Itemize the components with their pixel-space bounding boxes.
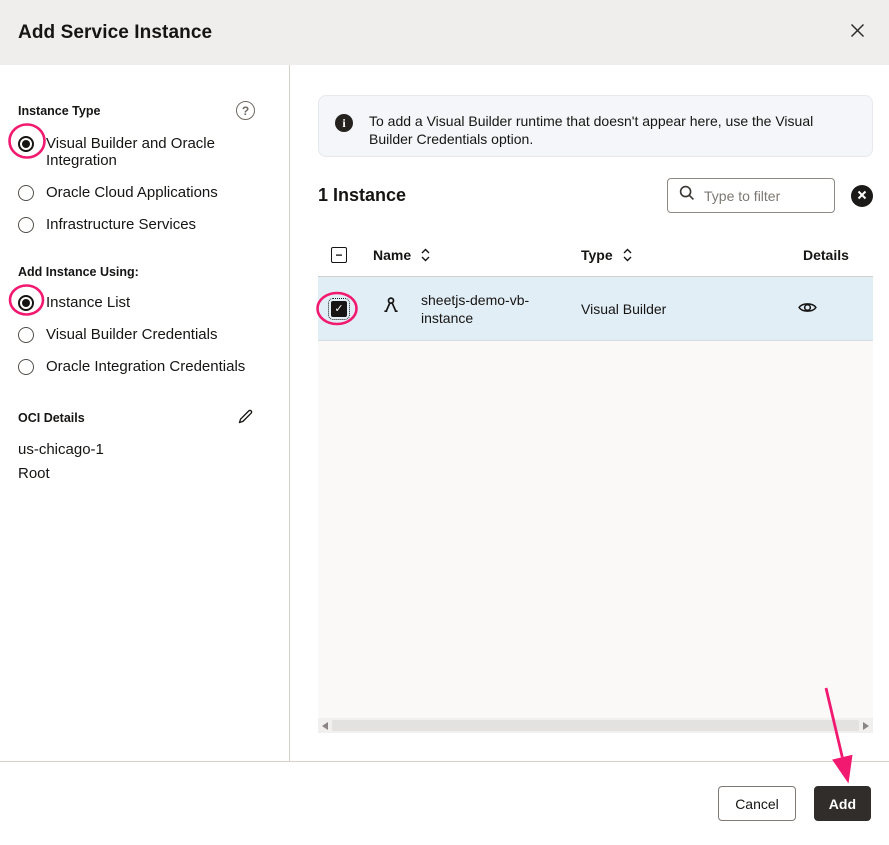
dialog-header: Add Service Instance [0, 0, 889, 65]
radio-visual-builder-credentials[interactable]: Visual Builder Credentials [18, 326, 255, 343]
sort-icon[interactable] [622, 246, 633, 264]
dialog-sidebar: Instance Type ? Visual Builder and Oracl… [0, 65, 290, 761]
column-header-type[interactable]: Type [568, 246, 790, 264]
row-checkbox-checked[interactable]: ✓ [331, 301, 347, 317]
radio-icon [18, 359, 34, 375]
instance-name: sheetjs-demo-vb-instance [421, 291, 568, 327]
horizontal-scrollbar[interactable] [318, 718, 873, 733]
scrollbar-thumb[interactable] [332, 720, 859, 731]
table-row-sheetjs-demo-vb-instance[interactable]: ✓ sheetjs-demo-vb-instance Visual Builde… [318, 277, 873, 341]
radio-label: Instance List [46, 294, 130, 311]
table-empty-area [318, 341, 873, 718]
radio-label: Oracle Cloud Applications [46, 184, 218, 201]
sort-icon[interactable] [420, 246, 431, 264]
instance-count-heading: 1 Instance [318, 185, 406, 206]
scroll-left-arrow-icon[interactable] [322, 722, 328, 730]
visual-builder-instance-icon [381, 296, 401, 321]
radio-selected-icon [18, 295, 34, 311]
dialog-footer: Cancel Add [0, 761, 889, 845]
radio-instance-list[interactable]: Instance List [18, 294, 255, 311]
circle-x-icon [857, 188, 867, 203]
close-button[interactable] [837, 12, 877, 52]
radio-label: Visual Builder and Oracle Integration [46, 135, 255, 169]
info-banner-text: To add a Visual Builder runtime that doe… [369, 109, 841, 148]
instance-type-label: Instance Type [18, 104, 100, 118]
info-icon: i [335, 114, 353, 132]
help-icon[interactable]: ? [236, 101, 255, 120]
radio-label: Visual Builder Credentials [46, 326, 217, 343]
edit-oci-details-button[interactable] [235, 408, 255, 428]
add-button[interactable]: Add [814, 786, 871, 821]
search-icon [678, 184, 696, 207]
clear-filter-button[interactable] [851, 185, 873, 207]
oci-compartment-value: Root [18, 465, 255, 482]
view-details-button[interactable] [791, 293, 823, 325]
filter-input[interactable] [704, 188, 822, 204]
radio-icon [18, 185, 34, 201]
radio-visual-builder-and-oracle-integration[interactable]: Visual Builder and Oracle Integration [18, 135, 255, 169]
radio-selected-icon [18, 136, 34, 152]
radio-infrastructure-services[interactable]: Infrastructure Services [18, 216, 255, 233]
scroll-right-arrow-icon[interactable] [863, 722, 869, 730]
cancel-button[interactable]: Cancel [718, 786, 796, 821]
radio-label: Infrastructure Services [46, 216, 196, 233]
eye-icon [797, 297, 818, 321]
radio-oracle-integration-credentials[interactable]: Oracle Integration Credentials [18, 358, 255, 375]
radio-icon [18, 327, 34, 343]
radio-oracle-cloud-applications[interactable]: Oracle Cloud Applications [18, 184, 255, 201]
add-service-instance-dialog: Add Service Instance Instance Type ? Vis… [0, 0, 889, 845]
instance-type-value: Visual Builder [568, 301, 790, 317]
dialog-title: Add Service Instance [18, 22, 212, 44]
oci-details-label: OCI Details [18, 411, 85, 425]
info-banner: i To add a Visual Builder runtime that d… [318, 95, 873, 157]
pencil-icon [237, 408, 254, 428]
close-icon [849, 22, 866, 42]
radio-icon [18, 217, 34, 233]
instances-table: − Name Type Details [318, 233, 873, 733]
filter-search-box[interactable] [667, 178, 835, 213]
table-header-row: − Name Type Details [318, 233, 873, 277]
dialog-main-panel: i To add a Visual Builder runtime that d… [291, 65, 889, 761]
oci-region-value: us-chicago-1 [18, 441, 255, 458]
select-all-checkbox[interactable]: − [331, 247, 347, 263]
add-instance-using-label: Add Instance Using: [18, 265, 139, 279]
column-header-name[interactable]: Name [360, 246, 568, 264]
radio-label: Oracle Integration Credentials [46, 358, 245, 375]
column-header-details: Details [790, 247, 873, 263]
list-toolbar: 1 Instance [318, 178, 873, 213]
